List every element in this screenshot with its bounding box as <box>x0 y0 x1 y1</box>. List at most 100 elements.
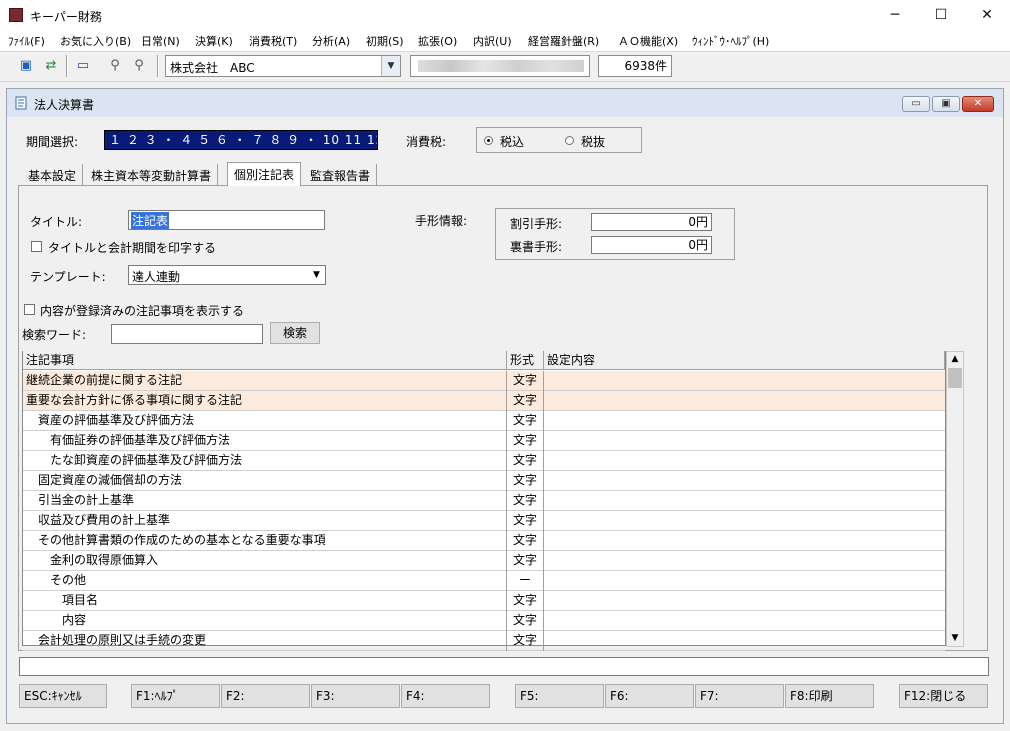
close-icon[interactable]: ✕ <box>964 0 1010 31</box>
note-item-cell[interactable]: 重要な会計方針に係る事項に関する注記 <box>23 391 507 411</box>
table-row[interactable]: たな卸資産の評価基準及び評価方法 文字 <box>23 451 945 471</box>
esc-cancel-button[interactable]: ESC:ｷｬﾝｾﾙ <box>19 684 107 708</box>
show-registered-checkbox[interactable] <box>24 304 35 315</box>
grid-scrollbar[interactable] <box>946 351 964 647</box>
note-content-cell[interactable] <box>544 511 945 531</box>
table-row[interactable]: 有価証券の評価基準及び評価方法 文字 <box>23 431 945 451</box>
child-maximize-icon[interactable]: ▣ <box>932 96 960 112</box>
period-selector[interactable]: １ ２ ３ ・ ４ ５ ６ ・ ７ ８ ９ ・ 10 11 12 決 <box>104 130 378 150</box>
transfer-icon[interactable]: ⇄ <box>40 55 62 77</box>
tab-individual-notes[interactable]: 個別注記表 <box>227 162 302 186</box>
note-item-cell[interactable]: たな卸資産の評価基準及び評価方法 <box>23 451 507 471</box>
note-content-cell[interactable] <box>544 491 945 511</box>
menu-ao[interactable]: ＡＯ機能(X) <box>618 33 678 49</box>
note-type-cell[interactable]: ー <box>507 571 544 591</box>
table-row[interactable]: 重要な会計方針に係る事項に関する注記 文字 <box>23 391 945 411</box>
menu-breakdown[interactable]: 内訳(U) <box>473 33 512 49</box>
note-item-cell[interactable]: 会計処理の原則又は手続の変更 <box>23 631 507 651</box>
table-row[interactable]: 項目名 文字 <box>23 591 945 611</box>
print-period-label[interactable]: タイトルと会計期間を印字する <box>48 239 216 256</box>
note-item-cell[interactable]: 継続企業の前提に関する注記 <box>23 371 507 391</box>
menu-daily[interactable]: 日常(N) <box>141 33 180 49</box>
note-type-cell[interactable]: 文字 <box>507 371 544 391</box>
minimize-icon[interactable]: ─ <box>872 0 918 31</box>
note-content-cell[interactable] <box>544 371 945 391</box>
note-item-cell[interactable]: その他計算書類の作成のための基本となる重要な事項 <box>23 531 507 551</box>
table-row[interactable]: 引当金の計上基準 文字 <box>23 491 945 511</box>
note-content-cell[interactable] <box>544 531 945 551</box>
note-content-cell[interactable] <box>544 591 945 611</box>
menu-closing[interactable]: 決算(K) <box>195 33 233 49</box>
menu-analysis[interactable]: 分析(A) <box>312 33 350 49</box>
note-type-cell[interactable]: 文字 <box>507 491 544 511</box>
note-type-cell[interactable]: 文字 <box>507 511 544 531</box>
note-type-cell[interactable]: 文字 <box>507 451 544 471</box>
table-row[interactable]: 収益及び費用の計上基準 文字 <box>23 511 945 531</box>
table-row[interactable]: 内容 文字 <box>23 611 945 631</box>
show-registered-label[interactable]: 内容が登録済みの注記事項を表示する <box>40 302 244 319</box>
f2-button[interactable]: F2: <box>221 684 310 708</box>
chevron-down-icon[interactable]: ▼ <box>381 56 400 76</box>
grid-header-item[interactable]: 注記事項 <box>23 351 507 370</box>
note-type-cell[interactable]: 文字 <box>507 591 544 611</box>
note-item-cell[interactable]: 有価証券の評価基準及び評価方法 <box>23 431 507 451</box>
table-row[interactable]: 固定資産の減価償却の方法 文字 <box>23 471 945 491</box>
table-row[interactable]: 金利の取得原価算入 文字 <box>23 551 945 571</box>
note-type-cell[interactable]: 文字 <box>507 531 544 551</box>
note-content-cell[interactable] <box>544 391 945 411</box>
table-row[interactable]: 継続企業の前提に関する注記 文字 <box>23 371 945 391</box>
note-content-cell[interactable] <box>544 551 945 571</box>
zoom-out-icon[interactable]: ⚲ <box>128 55 150 77</box>
table-row[interactable]: 会計処理の原則又は手続の変更 文字 <box>23 631 945 651</box>
scroll-down-icon[interactable]: ▼ <box>948 631 962 645</box>
note-content-cell[interactable] <box>544 571 945 591</box>
menu-initial[interactable]: 初期(S) <box>366 33 404 49</box>
f5-button[interactable]: F5: <box>515 684 604 708</box>
tab-basic-settings[interactable]: 基本設定 <box>22 164 84 185</box>
note-item-cell[interactable]: 収益及び費用の計上基準 <box>23 511 507 531</box>
menu-consumption-tax[interactable]: 消費税(T) <box>249 33 297 49</box>
tax-included-label[interactable]: 税込 <box>500 133 524 150</box>
tab-audit-report[interactable]: 監査報告書 <box>304 164 378 185</box>
note-type-cell[interactable]: 文字 <box>507 631 544 651</box>
tax-excluded-label[interactable]: 税抜 <box>581 133 605 150</box>
tax-excluded-radio[interactable] <box>565 136 574 145</box>
note-item-cell[interactable]: 資産の評価基準及び評価方法 <box>23 411 507 431</box>
note-content-cell[interactable] <box>544 611 945 631</box>
search-button[interactable]: 検索 <box>270 322 320 344</box>
note-content-cell[interactable] <box>544 451 945 471</box>
note-item-cell[interactable]: 金利の取得原価算入 <box>23 551 507 571</box>
scroll-up-icon[interactable]: ▲ <box>948 352 962 366</box>
note-content-cell[interactable] <box>544 431 945 451</box>
note-type-cell[interactable]: 文字 <box>507 391 544 411</box>
search-input[interactable] <box>111 324 263 344</box>
scroll-thumb[interactable] <box>948 368 962 388</box>
note-type-cell[interactable]: 文字 <box>507 551 544 571</box>
menu-compass[interactable]: 経営羅針盤(R) <box>528 33 599 49</box>
grid-header-content[interactable]: 設定内容 <box>544 351 945 370</box>
f3-button[interactable]: F3: <box>311 684 400 708</box>
note-type-cell[interactable]: 文字 <box>507 411 544 431</box>
note-type-cell[interactable]: 文字 <box>507 431 544 451</box>
menu-extension[interactable]: 拡張(O) <box>418 33 457 49</box>
f8-print-button[interactable]: F8:印刷 <box>785 684 874 708</box>
note-content-cell[interactable] <box>544 471 945 491</box>
note-item-cell[interactable]: 固定資産の減価償却の方法 <box>23 471 507 491</box>
discount-bill-field[interactable]: 0円 <box>591 213 712 231</box>
note-type-cell[interactable]: 文字 <box>507 611 544 631</box>
print-period-checkbox[interactable] <box>31 241 42 252</box>
note-item-cell[interactable]: 引当金の計上基準 <box>23 491 507 511</box>
chevron-down-icon[interactable]: ▼ <box>308 266 325 284</box>
note-type-cell[interactable]: 文字 <box>507 471 544 491</box>
f12-close-button[interactable]: F12:閉じる <box>899 684 988 708</box>
menu-favorites[interactable]: お気に入り(B) <box>60 33 131 49</box>
table-row[interactable]: 資産の評価基準及び評価方法 文字 <box>23 411 945 431</box>
note-content-cell[interactable] <box>544 631 945 651</box>
f4-button[interactable]: F4: <box>401 684 490 708</box>
table-row[interactable]: その他ー <box>23 571 945 591</box>
note-content-cell[interactable] <box>544 411 945 431</box>
f6-button[interactable]: F6: <box>605 684 694 708</box>
endorse-bill-field[interactable]: 0円 <box>591 236 712 254</box>
f7-button[interactable]: F7: <box>695 684 784 708</box>
table-row[interactable]: その他計算書類の作成のための基本となる重要な事項 文字 <box>23 531 945 551</box>
